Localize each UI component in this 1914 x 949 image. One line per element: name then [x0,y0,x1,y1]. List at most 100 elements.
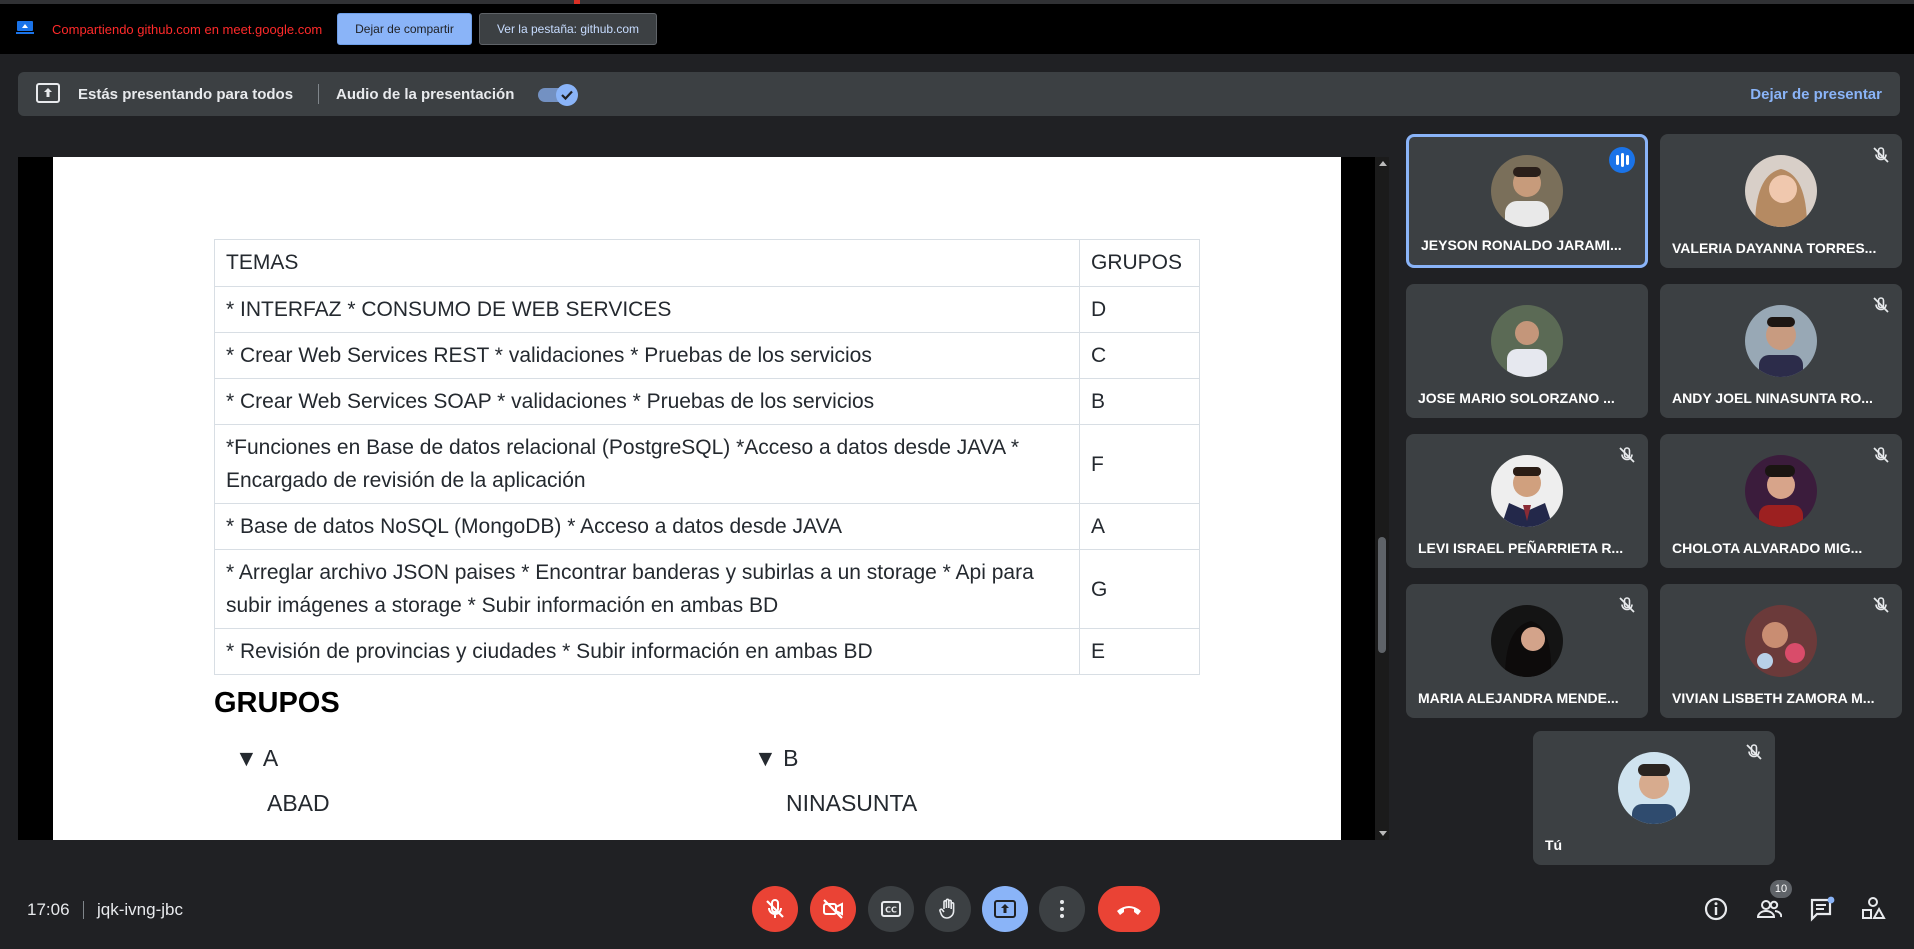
avatar [1745,155,1817,227]
meeting-details-icon[interactable] [1703,896,1729,922]
meet-window: Compartiendo github.com en meet.google.c… [0,0,1914,949]
sharing-status-text: Compartiendo github.com en meet.google.c… [52,22,323,37]
toggle-thumb [556,84,578,106]
group-cell: E [1079,628,1200,675]
present-button[interactable] [982,886,1028,932]
group-b-member: NINASUNTA [786,790,918,816]
captions-icon: CC [881,901,901,917]
participant-name: JEYSON RONALDO JARAMI... [1421,237,1622,253]
topics-table: TEMAS GRUPOS * INTERFAZ * CONSUMO DE WEB… [214,239,1200,675]
avatar [1745,605,1817,677]
participant-tile[interactable]: CHOLOTA ALVARADO MIG... [1660,434,1902,568]
present-icon [994,900,1016,918]
more-options-icon [1060,900,1064,918]
mic-off-icon [1619,447,1635,463]
hang-up-icon [1117,906,1141,915]
camera-off-icon [823,899,843,919]
stop-sharing-button[interactable]: Dejar de compartir [337,13,472,45]
chat-icon[interactable] [1809,896,1835,922]
check-icon [561,90,573,101]
participant-name: MARIA ALEJANDRA MENDE... [1418,690,1619,706]
raise-hand-icon [939,898,955,919]
captions-button[interactable]: CC [868,886,914,932]
table-row: * Base de datos NoSQL (MongoDB) * Acceso… [214,503,1200,550]
header-temas: TEMAS [214,239,1080,287]
group-cell: B [1079,378,1200,425]
group-b-section[interactable]: ▼ B NINASUNTA [754,745,917,817]
participant-name: VALERIA DAYANNA TORRES... [1672,240,1877,256]
mic-off-icon [1619,597,1635,613]
scroll-up-arrow[interactable] [1379,161,1387,166]
document-scrollbar[interactable] [1375,157,1389,840]
group-a-section[interactable]: ▼ A ABAD [235,745,330,817]
group-cell: A [1079,503,1200,550]
group-a-title[interactable]: ▼ A [235,745,330,772]
document-page: TEMAS GRUPOS * INTERFAZ * CONSUMO DE WEB… [53,157,1341,840]
participant-name: ANDY JOEL NINASUNTA RO... [1672,390,1873,406]
microphone-button[interactable] [752,886,798,932]
camera-button[interactable] [810,886,856,932]
participant-name: CHOLOTA ALVARADO MIG... [1672,540,1863,556]
mic-off-icon [1873,597,1889,613]
people-count-badge: 10 [1770,880,1792,898]
group-a-member: ABAD [267,790,330,816]
people-icon[interactable] [1756,896,1782,922]
participant-tile[interactable]: MARIA ALEJANDRA MENDE... [1406,584,1648,718]
topic-cell: * Revisión de provincias y ciudades * Su… [214,628,1080,675]
table-row: * Revisión de provincias y ciudades * Su… [214,628,1200,675]
divider [318,84,319,104]
participant-tile[interactable]: VIVIAN LISBETH ZAMORA M... [1660,584,1902,718]
participant-name: LEVI ISRAEL PEÑARRIETA R... [1418,540,1624,556]
table-header-row: TEMAS GRUPOS [214,239,1200,287]
stop-presenting-button[interactable]: Dejar de presentar [1750,86,1882,103]
presentation-audio-label: Audio de la presentación [336,86,515,103]
topic-cell: * INTERFAZ * CONSUMO DE WEB SERVICES [214,286,1080,333]
topic-cell: * Arreglar archivo JSON paises * Encontr… [214,549,1080,629]
scroll-down-arrow[interactable] [1379,831,1387,836]
leave-call-button[interactable] [1098,886,1160,932]
avatar [1745,305,1817,377]
group-cell: C [1079,332,1200,379]
raise-hand-button[interactable] [925,886,971,932]
participant-name: JOSE MARIO SOLORZANO ... [1418,390,1615,406]
group-cell: D [1079,286,1200,333]
group-b-title[interactable]: ▼ B [754,745,917,772]
share-banner: Compartiendo github.com en meet.google.c… [0,0,1914,54]
activities-icon[interactable] [1860,896,1886,922]
participant-tile[interactable]: LEVI ISRAEL PEÑARRIETA R... [1406,434,1648,568]
topic-cell: * Base de datos NoSQL (MongoDB) * Acceso… [214,503,1080,550]
participant-name: VIVIAN LISBETH ZAMORA M... [1672,690,1875,706]
participant-tile[interactable]: JOSE MARIO SOLORZANO ... [1406,284,1648,418]
presenting-status-text: Estás presentando para todos [78,86,294,103]
current-time: 17:06 [27,900,70,919]
view-tab-button[interactable]: Ver la pestaña: github.com [479,13,657,45]
avatar [1491,155,1563,227]
avatar [1491,605,1563,677]
scroll-thumb[interactable] [1378,537,1386,653]
participant-tile[interactable]: VALERIA DAYANNA TORRES... [1660,134,1902,268]
avatar [1618,752,1690,824]
participant-tile[interactable]: JEYSON RONALDO JARAMI... [1406,134,1648,268]
participant-tile[interactable]: ANDY JOEL NINASUNTA RO... [1660,284,1902,418]
more-options-button[interactable] [1039,886,1085,932]
present-to-all-icon [36,83,60,103]
svg-text:CC: CC [885,906,897,915]
presentation-audio-toggle[interactable] [536,84,578,106]
self-tile[interactable]: Tú [1533,731,1775,865]
table-row: *Funciones en Base de datos relacional (… [214,424,1200,504]
avatar [1491,305,1563,377]
divider [83,901,84,919]
table-row: * Crear Web Services REST * validaciones… [214,332,1200,379]
presenting-bar: Estás presentando para todos Audio de la… [18,72,1900,116]
header-grupos: GRUPOS [1079,239,1200,287]
topic-cell: * Crear Web Services REST * validaciones… [214,332,1080,379]
top-accent [574,0,580,4]
shared-screen: TEMAS GRUPOS * INTERFAZ * CONSUMO DE WEB… [18,157,1388,840]
mic-off-icon [1873,447,1889,463]
groups-heading: GRUPOS [214,687,340,719]
group-cell: G [1079,549,1200,629]
topic-cell: * Crear Web Services SOAP * validaciones… [214,378,1080,425]
table-row: * INTERFAZ * CONSUMO DE WEB SERVICES D [214,286,1200,333]
group-cell: F [1079,424,1200,504]
table-row: * Arreglar archivo JSON paises * Encontr… [214,549,1200,629]
